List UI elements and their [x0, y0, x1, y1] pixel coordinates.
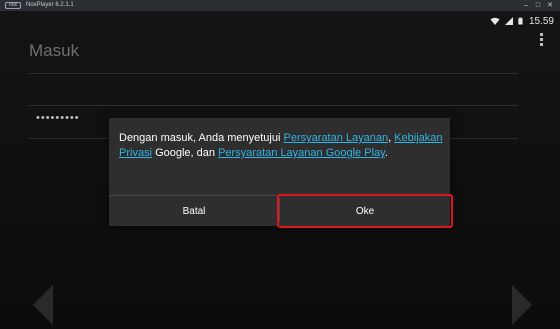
nav-back-arrow-icon[interactable] — [31, 283, 55, 327]
status-clock: 15.59 — [528, 15, 554, 27]
dialog-message: Dengan masuk, Anda menyetujui Persyarata… — [119, 131, 444, 161]
nox-logo: nox — [5, 2, 21, 9]
page-title: Masuk — [29, 41, 80, 60]
divider — [28, 73, 518, 74]
signal-icon — [504, 17, 513, 25]
minimize-button[interactable]: – — [520, 0, 532, 11]
email-field-underline — [28, 105, 518, 106]
ok-button-highlight — [277, 194, 453, 228]
wifi-icon — [490, 17, 500, 25]
close-button[interactable]: ✕ — [544, 0, 556, 11]
terms-of-service-link[interactable]: Persyaratan Layanan — [284, 132, 389, 144]
window-controls: – □ ✕ — [520, 0, 556, 11]
window-title: NoxPlayer 6.2.1.1 — [26, 2, 74, 8]
password-field[interactable]: ••••••••• — [36, 112, 80, 124]
maximize-button[interactable]: □ — [532, 0, 544, 11]
cancel-button[interactable]: Batal — [109, 196, 279, 226]
message-middle: Google, dan — [152, 147, 219, 159]
emulator-titlebar: nox NoxPlayer 6.2.1.1 – □ ✕ — [0, 0, 560, 11]
nav-next-arrow-icon[interactable] — [510, 283, 534, 327]
overflow-menu-icon[interactable] — [540, 33, 544, 49]
message-suffix: . — [384, 147, 388, 159]
battery-icon — [518, 17, 523, 25]
play-terms-link[interactable]: Persyaratan Layanan Google Play — [218, 147, 385, 159]
message-prefix: Dengan masuk, Anda menyetujui — [119, 132, 284, 144]
status-bar: 15.59 — [490, 14, 554, 28]
